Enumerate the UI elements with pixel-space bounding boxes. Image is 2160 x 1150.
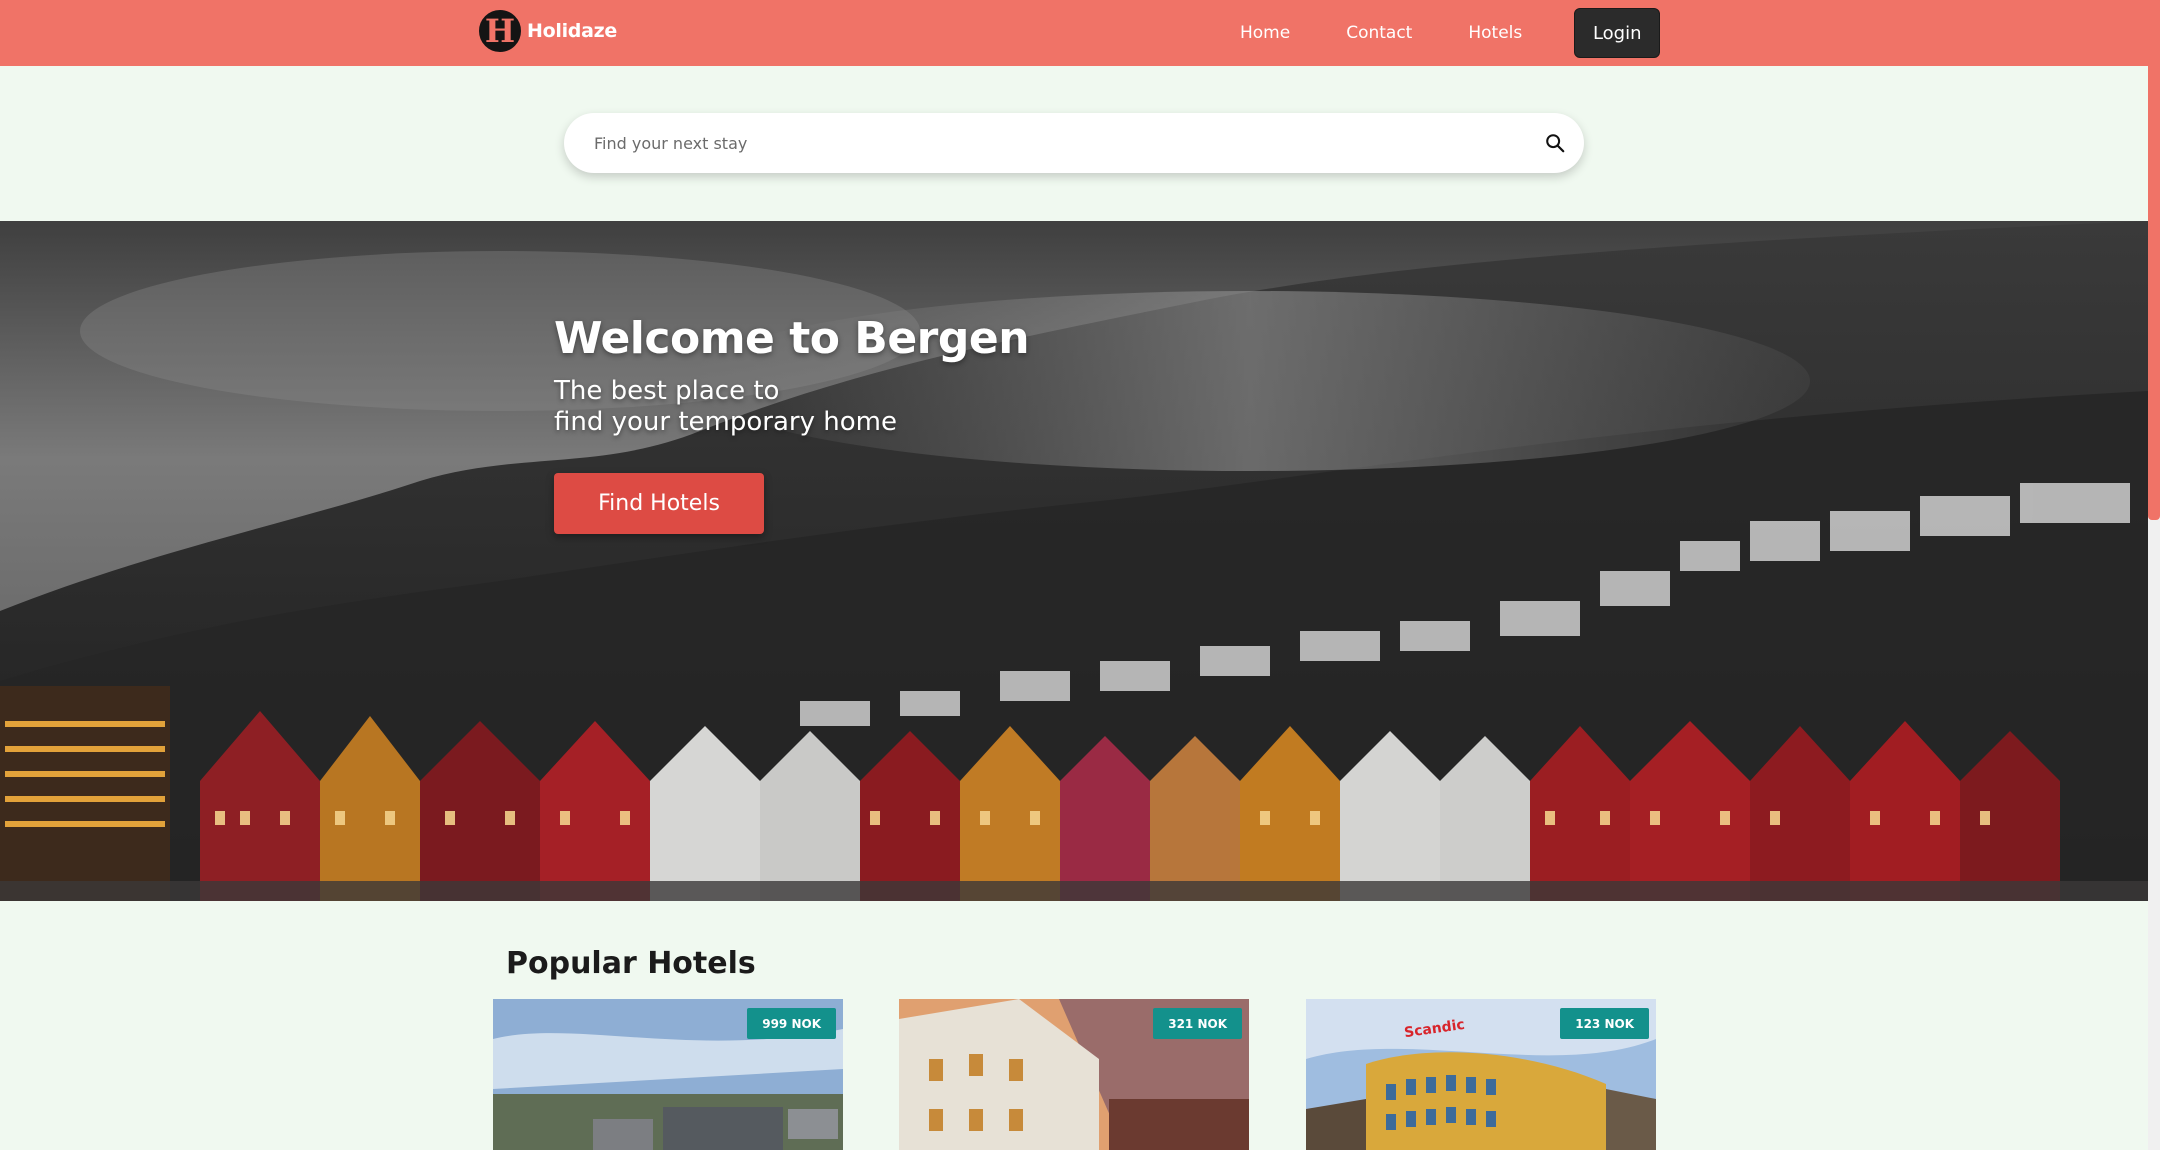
hero-title: Welcome to Bergen — [554, 313, 1030, 364]
price-badge: 321 NOK — [1153, 1008, 1242, 1039]
nav-link-contact[interactable]: Contact — [1346, 23, 1412, 43]
search-input[interactable] — [594, 113, 1494, 173]
hero-subtitle-line1: The best place to — [554, 376, 780, 406]
nav-link-home[interactable]: Home — [1240, 23, 1290, 43]
search-bar — [564, 113, 1584, 173]
find-hotels-button[interactable]: Find Hotels — [554, 473, 764, 534]
hotel-card[interactable]: Scandic 123 NOK — [1306, 999, 1656, 1150]
brand-logo[interactable]: H Holidaze — [477, 8, 617, 54]
bergen-panorama-image — [0, 221, 2148, 901]
logo-mark-icon: H — [477, 8, 523, 54]
price-badge: 123 NOK — [1560, 1008, 1649, 1039]
login-button[interactable]: Login — [1574, 8, 1661, 58]
hotel-card[interactable]: 321 NOK — [899, 999, 1249, 1150]
page-scrollbar-thumb[interactable] — [2148, 0, 2160, 520]
hero-subtitle-line2: find your temporary home — [554, 407, 897, 437]
hero-banner: Welcome to Bergen The best place to find… — [0, 221, 2148, 901]
top-navbar: H Holidaze Home Contact Hotels Login — [0, 0, 2148, 66]
hero-subtitle: The best place to find your temporary ho… — [554, 376, 1014, 438]
brand-name: Holidaze — [527, 20, 617, 42]
price-badge: 999 NOK — [747, 1008, 836, 1039]
nav-links: Home Contact Hotels Login — [1240, 0, 1661, 66]
popular-hotels-heading: Popular Hotels — [506, 946, 756, 981]
hotel-card[interactable]: 999 NOK — [493, 999, 843, 1150]
search-icon[interactable] — [1544, 132, 1566, 154]
nav-link-hotels[interactable]: Hotels — [1468, 23, 1522, 43]
